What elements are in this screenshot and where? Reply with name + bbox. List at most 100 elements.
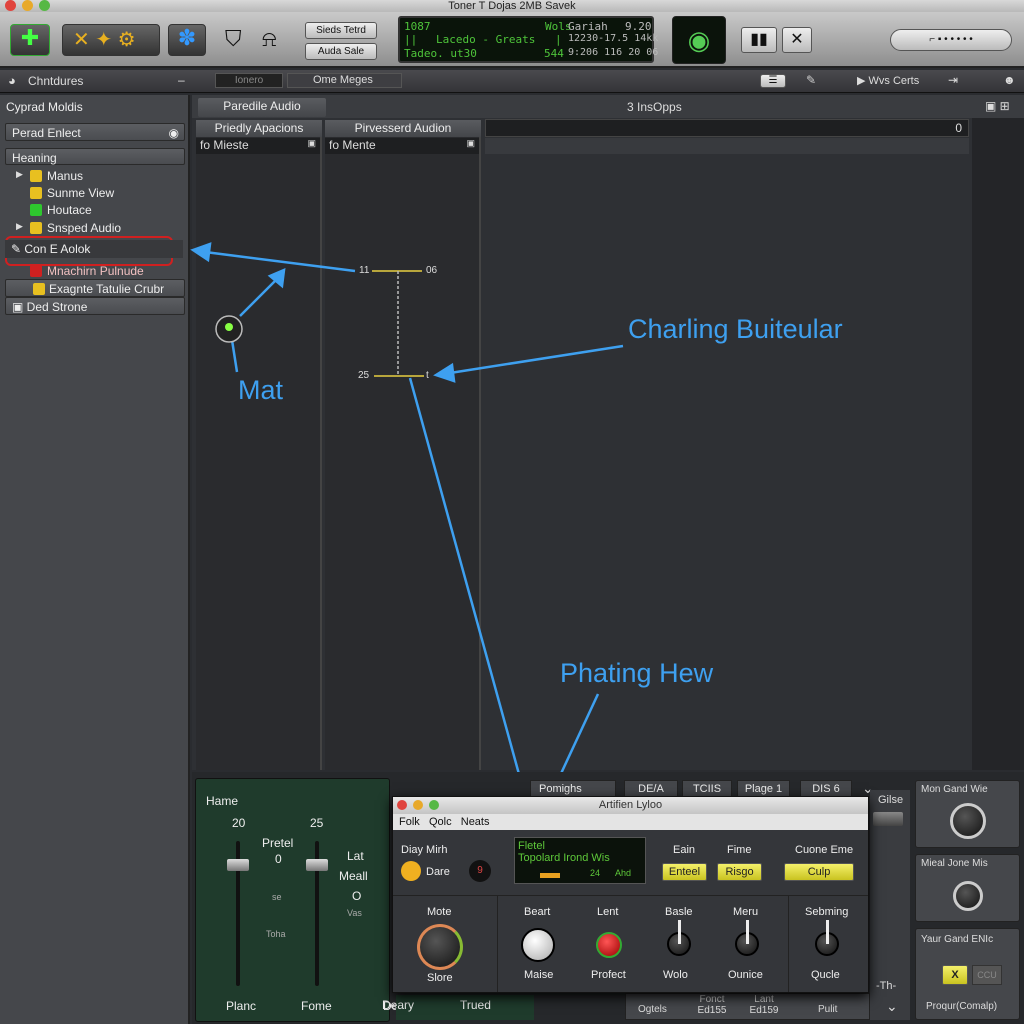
white-knob[interactable] — [521, 928, 555, 962]
toggle-lever — [826, 920, 829, 944]
marker-label: 11 — [359, 265, 370, 276]
panel-label: Mon Gand Wie — [921, 784, 988, 795]
knob-label: Beart — [524, 906, 551, 918]
annotation-label: Charling Buiteular — [628, 314, 843, 344]
tab[interactable]: Plage 1 — [737, 780, 790, 797]
lcd-text: Ahd — [615, 868, 632, 878]
arrow — [239, 277, 279, 317]
panel-label: Mieal Jone Mis — [921, 858, 988, 869]
main-knob[interactable] — [417, 924, 463, 970]
mixer-title: Hame — [206, 794, 239, 808]
menu-item[interactable]: Qolc — [429, 816, 452, 828]
close-window-button[interactable] — [397, 800, 407, 810]
knob-label: Ounice — [728, 969, 763, 981]
strip-label: Gilse — [878, 794, 904, 806]
knob-label: Qucle — [811, 969, 840, 981]
right-panel-1: Mon Gand Wie — [915, 780, 1020, 848]
lower-tab[interactable]: Lant Ed159 — [744, 994, 784, 1016]
scroll-strip[interactable]: Gilse -Th- ⌄ — [870, 790, 910, 1020]
lcd-text: Topolard Irond Wis — [518, 852, 610, 864]
channel-label: Meall — [339, 869, 368, 883]
divider — [393, 895, 868, 896]
lcd-meter — [540, 873, 560, 878]
x-toggle-button[interactable]: X — [942, 965, 968, 985]
channel-value: O — [352, 889, 362, 903]
arrow — [449, 344, 624, 375]
plugin-window: Artifien Lyloo Folk Qolc Neats Diay Mirh… — [392, 796, 869, 993]
lcd-text: 24 — [590, 868, 601, 878]
knob-label: Slore — [427, 972, 453, 984]
lower-tabs: Ogtels Fonct Ed155 Lant Ed159 Pulit — [625, 993, 870, 1020]
channel-value: 20 — [232, 816, 246, 830]
risgo-button[interactable]: Risgo — [717, 863, 762, 881]
arrowhead — [190, 242, 212, 263]
fader-knob[interactable] — [306, 859, 328, 871]
tab[interactable]: TCIIS — [682, 780, 732, 797]
arrow — [408, 377, 527, 797]
channel-sub: Vas — [347, 908, 362, 918]
arrowhead — [433, 362, 456, 383]
marker-label: 06 — [426, 265, 438, 276]
annotation-label: Mat — [238, 375, 284, 405]
right-panel-2: Mieal Jone Mis — [915, 854, 1020, 922]
led-label: Dare — [426, 866, 450, 878]
menu-item[interactable]: Folk — [399, 816, 420, 828]
panel-footer: Proqur(Comalp) — [926, 1001, 998, 1012]
channel-name: Fome — [301, 999, 332, 1013]
knob-label: Profect — [591, 969, 626, 981]
node-icon — [225, 323, 233, 331]
knob-label: Meru — [733, 906, 759, 918]
lower-tab[interactable]: Pulit — [818, 1004, 837, 1015]
annotation-label: Phating Hew — [560, 658, 714, 688]
small-knob[interactable]: 9 — [469, 860, 491, 882]
section-label: Diay Mirh — [401, 844, 448, 856]
led-indicator[interactable] — [401, 861, 421, 881]
plugin-lcd: Fletel Topolard Irond Wis 24 Ahd — [514, 837, 646, 884]
tab[interactable]: Pomighs — [530, 780, 616, 797]
channel-value: 0 — [275, 852, 282, 866]
channel-name: Trued — [460, 998, 491, 1012]
minimize-window-button[interactable] — [413, 800, 423, 810]
panel-knob[interactable] — [950, 803, 986, 839]
menu-item[interactable]: Neats — [461, 816, 490, 828]
right-panel-3: Yaur Gand ENIc X CCU Proqur(Comalp) — [915, 928, 1020, 1020]
enteel-button[interactable]: Enteel — [662, 863, 707, 881]
red-knob[interactable] — [596, 932, 622, 958]
channel-value: 25 — [310, 816, 324, 830]
fader-knob[interactable] — [227, 859, 249, 871]
lower-tab[interactable]: Fonct Ed155 — [692, 994, 732, 1016]
toggle-lever — [678, 920, 681, 944]
plugin-title: Artifien Lyloo — [598, 799, 663, 811]
knob-label: Mote — [427, 906, 452, 918]
knob-label: Wolo — [663, 969, 688, 981]
strip-fader[interactable] — [873, 812, 903, 826]
button-label: Fime — [727, 844, 752, 856]
channel-sub: se — [272, 892, 282, 902]
knob-label: Basle — [665, 906, 693, 918]
plugin-titlebar[interactable]: Artifien Lyloo — [393, 797, 868, 814]
strip-label: -Th- — [876, 980, 897, 992]
arrow — [204, 250, 356, 273]
knob-label: Maise — [524, 969, 554, 981]
mixer-panel: Hame 20 25 Pretel 0 Lat Meall O se Vas T… — [195, 778, 492, 1022]
divider — [788, 896, 789, 992]
panel-label: Yaur Gand ENIc — [921, 934, 994, 945]
lcd-text: Fletel — [518, 840, 545, 852]
button-label: Eain — [673, 844, 696, 856]
tab[interactable]: DIS 6 — [800, 780, 852, 797]
divider — [497, 896, 498, 992]
lower-tab[interactable]: Ogtels — [638, 1004, 667, 1015]
knob-label: Lent — [597, 906, 619, 918]
toggle-lever — [746, 920, 749, 944]
channel-name: Planc — [226, 999, 257, 1013]
channel-label: Lat — [347, 849, 364, 863]
marker-label: t — [426, 370, 429, 381]
off-toggle-button[interactable]: CCU — [972, 965, 1002, 985]
tab[interactable]: DE/A — [624, 780, 678, 797]
chevron-down-icon[interactable]: ⌄ — [886, 998, 898, 1015]
button-label: Cuone Eme — [795, 844, 854, 856]
culp-button[interactable]: Culp — [784, 863, 854, 881]
plugin-menubar: Folk Qolc Neats — [393, 814, 868, 830]
zoom-window-button[interactable] — [429, 800, 439, 810]
panel-knob[interactable] — [953, 881, 983, 911]
